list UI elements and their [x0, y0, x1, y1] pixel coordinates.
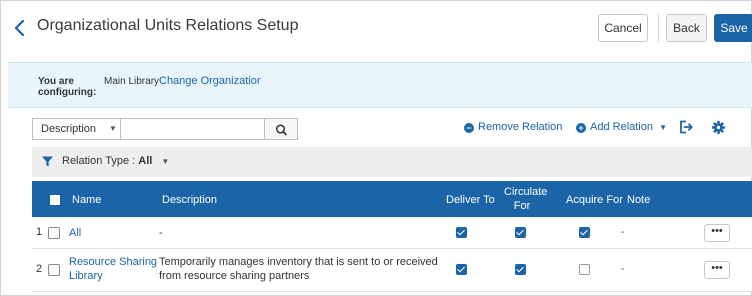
row-description: Temporarily manages inventory that is se…: [159, 255, 438, 283]
column-header-note[interactable]: Note: [627, 194, 650, 206]
acquire-for-checkbox[interactable]: [579, 227, 590, 238]
export-icon[interactable]: [679, 120, 693, 134]
row-name-line-1: Resource Sharing: [69, 256, 158, 268]
row-description-line-1: -: [159, 227, 163, 239]
row-checkbox[interactable]: [48, 264, 60, 276]
circulate-for-checkbox[interactable]: [515, 264, 526, 275]
column-header-circulate-for-line-1: Circulate: [504, 186, 548, 198]
library-name: Main Library: [104, 76, 160, 87]
search-button[interactable]: [265, 118, 298, 140]
table-header: Name Description Deliver To Circulate Fo…: [32, 181, 752, 217]
add-relation-button[interactable]: + Add Relation ▼: [576, 121, 667, 133]
select-all-checkbox[interactable]: [50, 195, 60, 205]
column-header-circulate-for-line-2: For: [513, 200, 531, 212]
page-title: Organizational Units Relations Setup: [37, 17, 299, 34]
acquire-for-checkbox[interactable]: [579, 264, 590, 275]
row-name-line-2: Library: [69, 270, 103, 282]
configuring-banner: You are configuring: Main Library Change…: [8, 62, 752, 108]
save-button[interactable]: Save: [714, 14, 752, 42]
relation-type-filter-label: Relation Type :: [62, 155, 136, 167]
row-checkbox[interactable]: [48, 227, 60, 239]
filter-icon: [42, 156, 53, 167]
column-header-deliver-to[interactable]: Deliver To: [446, 194, 495, 206]
you-are-line-1: You are: [38, 76, 74, 87]
row-description-line-2: from resource sharing partners: [159, 270, 310, 282]
table-row[interactable]: 1 All - - •••: [32, 217, 752, 249]
back-button[interactable]: Back: [666, 14, 707, 42]
relation-type-filter-value: All: [138, 155, 153, 167]
column-header-circulate-for[interactable]: Circulate For: [504, 185, 548, 213]
deliver-to-checkbox[interactable]: [456, 264, 467, 275]
change-organization-link[interactable]: Change Organization Unit: [159, 75, 261, 87]
add-relation-label: Add Relation: [590, 121, 653, 133]
remove-relation-label: Remove Relation: [478, 121, 563, 133]
column-header-acquire-for[interactable]: Acquire For: [566, 194, 623, 206]
filter-bar: Relation Type : All ▼: [32, 147, 752, 177]
minus-circle-icon: −: [464, 123, 474, 133]
column-header-description[interactable]: Description: [162, 194, 217, 206]
table-row[interactable]: 2 Resource Sharing Library Temporarily m…: [32, 249, 752, 292]
plus-circle-icon: +: [576, 123, 586, 133]
row-note: -: [621, 226, 625, 238]
row-actions-button[interactable]: •••: [704, 261, 730, 279]
cancel-button[interactable]: Cancel: [598, 14, 648, 42]
row-name-line-1: All: [69, 227, 82, 239]
relation-type-filter[interactable]: Relation Type : All ▼: [62, 155, 169, 167]
gear-icon[interactable]: [712, 121, 725, 134]
row-number: 1: [36, 226, 43, 238]
caret-down-icon: ▼: [109, 124, 117, 133]
search-icon: [275, 124, 287, 136]
row-description-line-1: Temporarily manages inventory that is se…: [159, 256, 438, 268]
page-header: Organizational Units Relations Setup Can…: [0, 0, 752, 56]
search-input[interactable]: [120, 118, 265, 140]
search-field-value: Description: [41, 123, 97, 135]
header-divider: [658, 14, 659, 42]
search-field-select[interactable]: Description ▼: [32, 118, 120, 140]
row-name-link[interactable]: All: [69, 226, 81, 240]
remove-relation-button[interactable]: − Remove Relation: [464, 121, 562, 133]
back-chevron-icon[interactable]: [13, 19, 27, 37]
row-actions-button[interactable]: •••: [704, 224, 730, 242]
row-description: -: [159, 226, 163, 240]
row-note: -: [621, 263, 625, 275]
circulate-for-checkbox[interactable]: [515, 227, 526, 238]
you-are-configuring-label: You are configuring:: [38, 76, 96, 98]
you-are-line-2: configuring:: [38, 87, 97, 98]
caret-down-icon: ▼: [161, 157, 170, 166]
row-name-link[interactable]: Resource Sharing Library: [69, 255, 157, 283]
row-number: 2: [36, 263, 43, 275]
deliver-to-checkbox[interactable]: [456, 227, 467, 238]
caret-down-icon: ▼: [659, 123, 667, 132]
column-header-name[interactable]: Name: [72, 194, 101, 206]
